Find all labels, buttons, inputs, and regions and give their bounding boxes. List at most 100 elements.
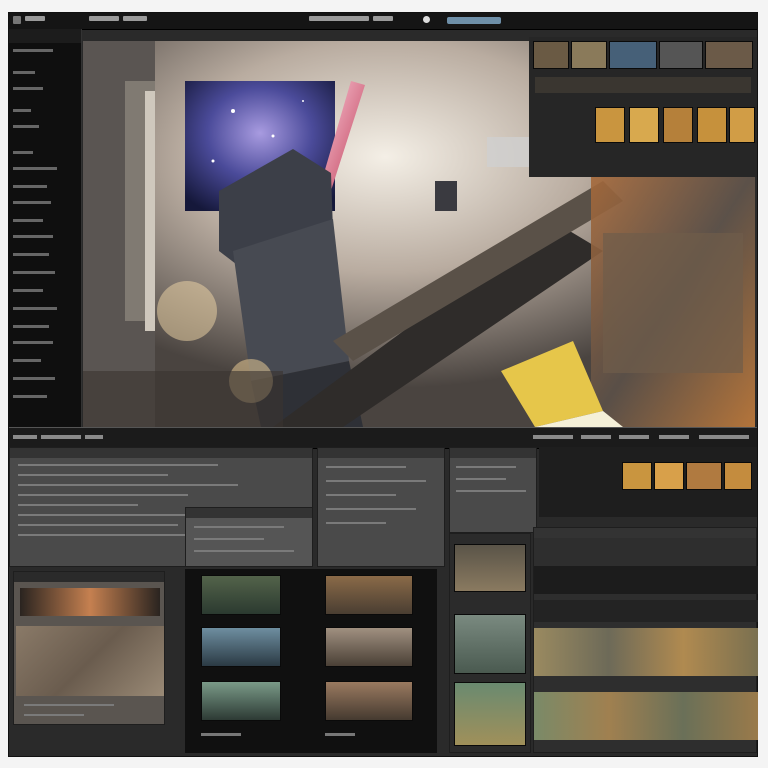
inspector-image[interactable] <box>16 626 164 696</box>
app-logo-icon[interactable] <box>13 16 21 24</box>
inspector-window <box>13 571 165 725</box>
panel-header <box>186 508 312 518</box>
panel-line <box>24 704 114 706</box>
toolbar-item[interactable] <box>13 435 37 439</box>
sidebar-item[interactable] <box>13 253 49 256</box>
strip-toolbar <box>535 77 751 93</box>
sidebar-item[interactable] <box>13 185 47 188</box>
panel-line <box>326 522 386 524</box>
sidebar-item[interactable] <box>13 201 51 204</box>
inspector-preview[interactable] <box>20 588 160 616</box>
search-input[interactable] <box>447 17 501 24</box>
panel-header <box>450 448 536 458</box>
thumbnail-panel <box>449 533 531 753</box>
sidebar-item[interactable] <box>13 289 43 292</box>
timeline-panel <box>533 527 758 753</box>
settings-icon[interactable] <box>423 16 430 23</box>
sidebar-item[interactable] <box>13 271 55 274</box>
toolbar-item[interactable] <box>659 435 689 439</box>
menu-item[interactable] <box>309 16 369 21</box>
panel-line <box>18 484 238 486</box>
panel-line <box>456 466 516 468</box>
asset-thumbnail[interactable] <box>729 107 755 143</box>
sidebar-item[interactable] <box>13 359 41 362</box>
media-thumbnail[interactable] <box>201 681 281 721</box>
menu-item[interactable] <box>123 16 147 21</box>
media-thumbnail[interactable] <box>325 575 413 615</box>
panel-line <box>326 494 396 496</box>
sidebar-item[interactable] <box>13 125 39 128</box>
toolbar-item[interactable] <box>699 435 749 439</box>
media-thumbnail[interactable] <box>325 627 413 667</box>
preview-thumbnail[interactable] <box>654 462 684 490</box>
asset-thumbnail[interactable] <box>659 41 703 69</box>
timeline-clip[interactable] <box>534 628 758 676</box>
preview-panel <box>539 447 757 517</box>
panel-line <box>18 494 188 496</box>
asset-thumbnail[interactable] <box>697 107 727 143</box>
sidebar-header <box>9 29 81 43</box>
sidebar-item[interactable] <box>13 377 55 380</box>
media-thumbnail[interactable] <box>201 575 281 615</box>
top-menu-bar <box>9 13 757 30</box>
grid-label <box>201 733 241 736</box>
sidebar-item[interactable] <box>13 219 43 222</box>
asset-thumbnail[interactable] <box>629 107 659 143</box>
panel-line <box>326 466 406 468</box>
panel-header <box>10 448 312 458</box>
editor-panel <box>449 447 537 533</box>
toolbar-item[interactable] <box>41 435 81 439</box>
panel-line <box>18 464 218 466</box>
toolbar-item[interactable] <box>85 435 103 439</box>
panel-line <box>18 504 138 506</box>
panel-line <box>326 480 426 482</box>
panel-line <box>194 550 294 552</box>
timeline-track[interactable] <box>534 566 758 594</box>
asset-thumbnail[interactable] <box>595 107 625 143</box>
media-thumbnail[interactable] <box>201 627 281 667</box>
media-thumbnail[interactable] <box>454 682 526 746</box>
media-thumbnail-grid <box>185 569 437 753</box>
toolbar-item[interactable] <box>619 435 649 439</box>
editor-panel <box>317 447 445 567</box>
toolbar-item[interactable] <box>533 435 573 439</box>
sidebar-item[interactable] <box>13 151 33 154</box>
panel-line <box>18 534 208 536</box>
sidebar-item[interactable] <box>13 49 53 52</box>
timeline-track[interactable] <box>534 600 758 622</box>
panel-line <box>24 714 84 716</box>
sidebar-item[interactable] <box>13 235 53 238</box>
sidebar-item[interactable] <box>13 87 43 90</box>
asset-thumbnail[interactable] <box>571 41 607 69</box>
timeline-clip[interactable] <box>534 692 758 740</box>
asset-thumbnail[interactable] <box>533 41 569 69</box>
panel-line <box>194 526 284 528</box>
sidebar-item[interactable] <box>13 325 49 328</box>
sidebar-item[interactable] <box>13 109 31 112</box>
application-window <box>8 12 758 757</box>
sidebar-item[interactable] <box>13 341 53 344</box>
preview-thumbnail[interactable] <box>622 462 652 490</box>
media-thumbnail[interactable] <box>325 681 413 721</box>
preview-thumbnail[interactable] <box>686 462 722 490</box>
menu-item[interactable] <box>373 16 393 21</box>
panel-line <box>194 538 264 540</box>
panel-header <box>318 448 444 458</box>
sidebar-item[interactable] <box>13 307 57 310</box>
sidebar-item[interactable] <box>13 71 35 74</box>
sidebar-item[interactable] <box>13 395 47 398</box>
menu-item[interactable] <box>25 16 45 21</box>
grid-label <box>325 733 355 736</box>
panel-header <box>534 528 756 538</box>
media-thumbnail[interactable] <box>454 614 526 674</box>
asset-thumbnail[interactable] <box>663 107 693 143</box>
asset-thumbnail[interactable] <box>705 41 753 69</box>
sidebar-item[interactable] <box>13 167 57 170</box>
menu-item[interactable] <box>89 16 119 21</box>
asset-thumbnail[interactable] <box>609 41 657 69</box>
media-thumbnail[interactable] <box>454 544 526 592</box>
panel-line <box>18 474 168 476</box>
preview-thumbnail[interactable] <box>724 462 752 490</box>
asset-thumbnail-strip <box>529 37 757 177</box>
toolbar-item[interactable] <box>581 435 611 439</box>
